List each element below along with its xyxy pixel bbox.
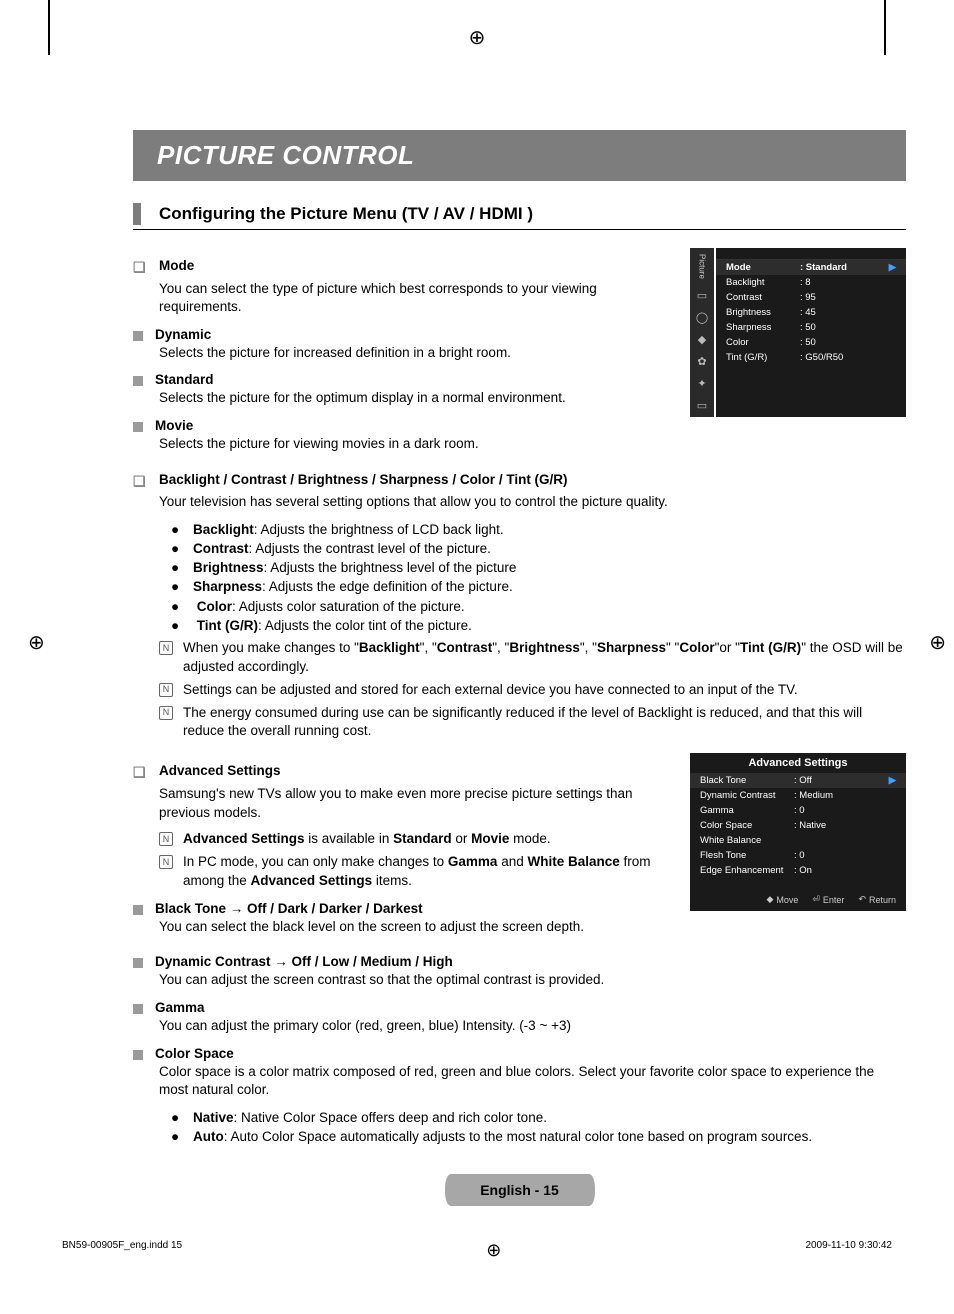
foot-return: Return [869,895,896,905]
square-bullet-icon: ❏ [133,472,147,492]
osd-side-label: Picture [698,252,707,281]
osd-row: Brightness: 45 [716,305,906,320]
registration-mark-icon: ⊕ [48,25,906,50]
circle-icon: ◯ [695,311,709,325]
gear-icon: ✿ [695,355,709,369]
adv-note2: In PC mode, you can only make changes to… [183,853,676,891]
section-marker-icon [133,203,141,225]
dynamic-label: Dynamic [155,327,676,342]
osd-adv-title: Advanced Settings [690,753,906,773]
bl-bullets: ●Backlight: Adjusts the brightness of LC… [171,520,906,635]
osd-advanced-settings: Advanced Settings Black Tone: Off▶Dynami… [690,753,906,911]
osd-row: Color: 50 [716,335,906,350]
note-icon: N [159,855,173,869]
note-osd-adjust: When you make changes to "Backlight", "C… [183,639,906,677]
osd-row: Gamma: 0 [690,803,906,818]
foot-move: Move [776,895,798,905]
dyncon-label: Dynamic Contrast → Off / Low / Medium / … [155,954,906,969]
footer-left: BN59-00905F_eng.indd 15 [62,1240,182,1261]
registration-mark-icon: ⊕ [486,1240,501,1261]
cspace-desc: Color space is a color matrix composed o… [159,1063,906,1100]
note-energy: The energy consumed during use can be si… [183,704,906,742]
support-icon: ▭ [695,399,709,413]
square-icon [133,905,143,915]
note-icon: N [159,706,173,720]
dynamic-desc: Selects the picture for increased defini… [159,344,676,363]
note-per-device: Settings can be adjusted and stored for … [183,681,906,700]
square-bullet-icon: ❏ [133,763,147,783]
osd-row: Dynamic Contrast: Medium [690,788,906,803]
title-bar: PICTURE CONTROL [133,130,906,181]
mode-heading: Mode [159,258,194,273]
osd-row: White Balance [690,833,906,848]
page-badge: English - 15 [445,1174,595,1206]
adv-heading: Advanced Settings [159,763,281,778]
square-icon [133,958,143,968]
adv-note1: Advanced Settings is available in Standa… [183,830,676,849]
blacktone-label: Black Tone → Off / Dark / Darker / Darke… [155,901,676,916]
foot-enter: Enter [823,895,845,905]
square-icon [133,422,143,432]
input-icon: ✦ [695,377,709,391]
bl-intro: Your television has several setting opti… [159,493,906,512]
movie-label: Movie [155,418,676,433]
section-title: Configuring the Picture Menu (TV / AV / … [159,204,533,224]
standard-desc: Selects the picture for the optimum disp… [159,389,676,408]
square-bullet-icon: ❏ [133,258,147,278]
tv-icon: ▭ [695,289,709,303]
blacktone-desc: You can select the black level on the sc… [159,918,676,937]
enter-icon: ⏎ [812,894,820,905]
osd-row: Flesh Tone: 0 [690,848,906,863]
mode-intro: You can select the type of picture which… [159,280,676,317]
osd-row: Black Tone: Off▶ [690,773,906,788]
note-icon: N [159,683,173,697]
bl-heading: Backlight / Contrast / Brightness / Shar… [159,472,568,487]
square-icon [133,1050,143,1060]
osd-row: Contrast: 95 [716,290,906,305]
osd-row: Sharpness: 50 [716,320,906,335]
osd-row: Edge Enhancement: On [690,863,906,878]
osd-row: Color Space: Native [690,818,906,833]
cspace-bullets: ●Native: Native Color Space offers deep … [171,1108,906,1146]
standard-label: Standard [155,372,676,387]
square-icon [133,331,143,341]
osd-row: Tint (G/R): G50/R50 [716,350,906,365]
movie-desc: Selects the picture for viewing movies i… [159,435,676,454]
note-icon: N [159,641,173,655]
square-icon [133,1004,143,1014]
square-icon [133,376,143,386]
cspace-label: Color Space [155,1046,906,1061]
osd-picture-menu: Picture ▭ ◯ ◆ ✿ ✦ ▭ Mode: Standard▶Backl… [690,248,906,417]
dyncon-desc: You can adjust the screen contrast so th… [159,971,906,990]
return-icon: ↶ [858,894,866,905]
speaker-icon: ◆ [695,333,709,347]
osd-row: Backlight: 8 [716,275,906,290]
registration-mark-icon: ⊕ [929,630,946,655]
registration-mark-icon: ⊕ [28,630,45,655]
move-icon: ◆ [766,894,773,905]
footer-right: 2009-11-10 9:30:42 [805,1240,892,1261]
adv-intro: Samsung's new TVs allow you to make even… [159,785,676,822]
osd-row: Mode: Standard▶ [716,260,906,275]
gamma-desc: You can adjust the primary color (red, g… [159,1017,906,1036]
note-icon: N [159,832,173,846]
gamma-label: Gamma [155,1000,906,1015]
